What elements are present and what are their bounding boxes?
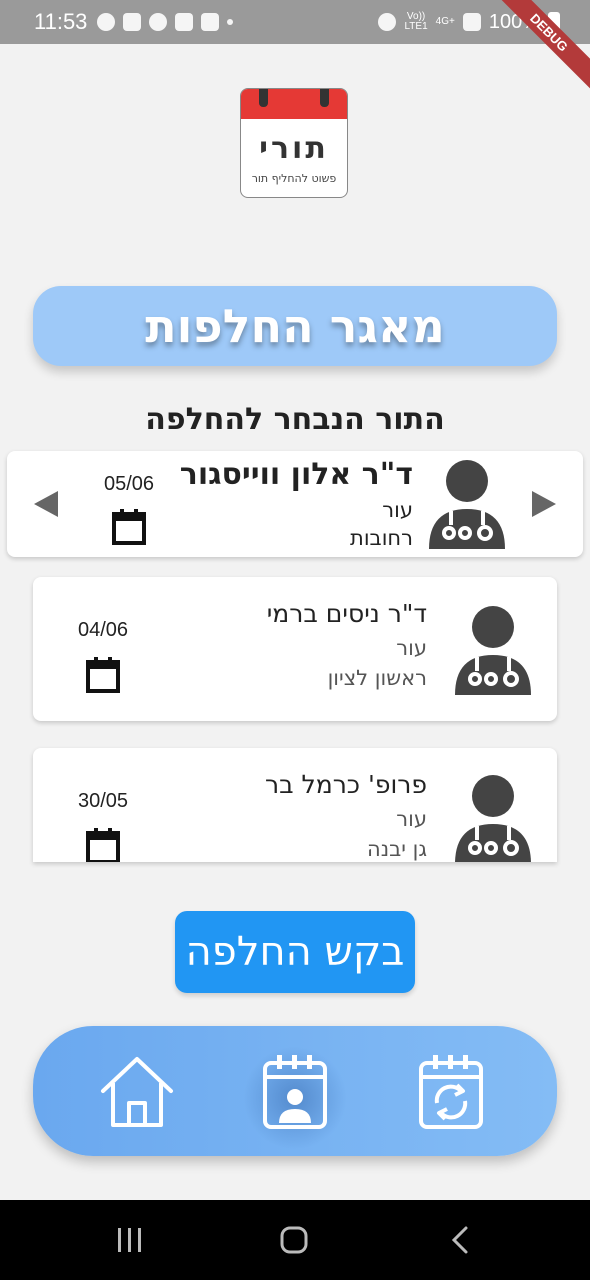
status-left: 11:53 (34, 9, 234, 35)
appointment-date: 30/05 (77, 790, 129, 812)
logo-text: תורי (259, 131, 329, 166)
volte-bottom: LTE1 (404, 21, 428, 32)
appointment-date: 04/06 (77, 619, 129, 641)
logo-ring-icon (320, 89, 329, 107)
mail-notification-icon (175, 13, 194, 31)
bottom-navigation (33, 1026, 557, 1156)
page-title: מאגר החלפות (145, 299, 445, 353)
debug-banner-label: DEBUG (490, 0, 590, 93)
recent-apps-icon[interactable] (110, 1222, 150, 1258)
doctor-name: פרופ' כרמל בר (265, 770, 427, 799)
date-column: 04/06 (68, 619, 138, 694)
doctor-specialty: עור (396, 636, 427, 660)
linkedin-notification-icon (201, 13, 220, 31)
appointment-card[interactable]: ד"ר ניסים ברמי עור ראשון לציון 04/06 (33, 577, 557, 721)
appointment-date: 05/06 (103, 473, 155, 495)
selected-date-column: 05/06 (94, 473, 164, 546)
date-column: 30/05 (68, 790, 138, 862)
calendar-person-icon[interactable] (255, 1051, 335, 1131)
system-navigation-bar (0, 1200, 590, 1280)
selected-appointment-heading: התור הנבחר להחלפה (145, 402, 445, 437)
calendar-icon (86, 657, 120, 693)
doctor-city: גן יבנה (366, 837, 427, 861)
calendar-icon (112, 509, 146, 545)
logo-tagline: פשוט להחליף תור (251, 172, 337, 185)
request-swap-label: בקש החלפה (185, 929, 405, 975)
doctor-icon (455, 775, 531, 862)
logo-ring-icon (259, 89, 268, 107)
selected-appointment-card: ד"ר אלון ווייסגור עור רחובות 05/06 (7, 451, 583, 557)
more-notifications-icon (227, 19, 234, 25)
request-swap-button[interactable]: בקש החלפה (175, 911, 415, 993)
signal-icon (462, 13, 481, 31)
status-time: 11:53 (34, 9, 88, 34)
alarm-icon (378, 13, 397, 31)
calendar-icon (86, 828, 120, 862)
cloud-notification-icon (123, 13, 142, 31)
doctor-specialty: עור (382, 498, 413, 522)
page-title-pill: מאגר החלפות (33, 286, 557, 366)
doctor-info: ד"ר ניסים ברמי עור ראשון לציון (267, 599, 427, 690)
logo-calendar-top (241, 89, 347, 119)
notification-icons (97, 13, 234, 31)
doctor-icon (429, 460, 505, 549)
chat-notification-icon (97, 13, 116, 31)
home-icon[interactable] (97, 1051, 177, 1131)
doctor-city: רחובות (350, 526, 413, 550)
back-icon[interactable] (442, 1222, 482, 1258)
next-arrow-icon[interactable] (532, 491, 556, 517)
doctor-icon (455, 606, 531, 695)
debug-banner: DEBUG (490, 0, 590, 100)
network-type: 4G+ (435, 16, 455, 27)
doctor-name: ד"ר ניסים ברמי (266, 599, 427, 628)
app-logo: תורי פשוט להחליף תור (240, 88, 348, 198)
settings-notification-icon (149, 13, 168, 31)
doctor-specialty: עור (396, 807, 427, 831)
doctor-name: ד"ר אלון ווייסגור (179, 457, 413, 492)
appointment-card[interactable]: פרופ' כרמל בר עור גן יבנה 30/05 (33, 748, 557, 862)
previous-arrow-icon[interactable] (34, 491, 58, 517)
selected-doctor-info: ד"ר אלון ווייסגור עור רחובות (180, 457, 413, 550)
doctor-city: ראשון לציון (327, 666, 427, 690)
doctor-info: פרופ' כרמל בר עור גן יבנה (265, 770, 427, 861)
home-button-icon[interactable] (274, 1222, 314, 1258)
volte-indicator: Vo)) LTE1 (404, 12, 427, 32)
calendar-swap-icon[interactable] (411, 1051, 491, 1131)
